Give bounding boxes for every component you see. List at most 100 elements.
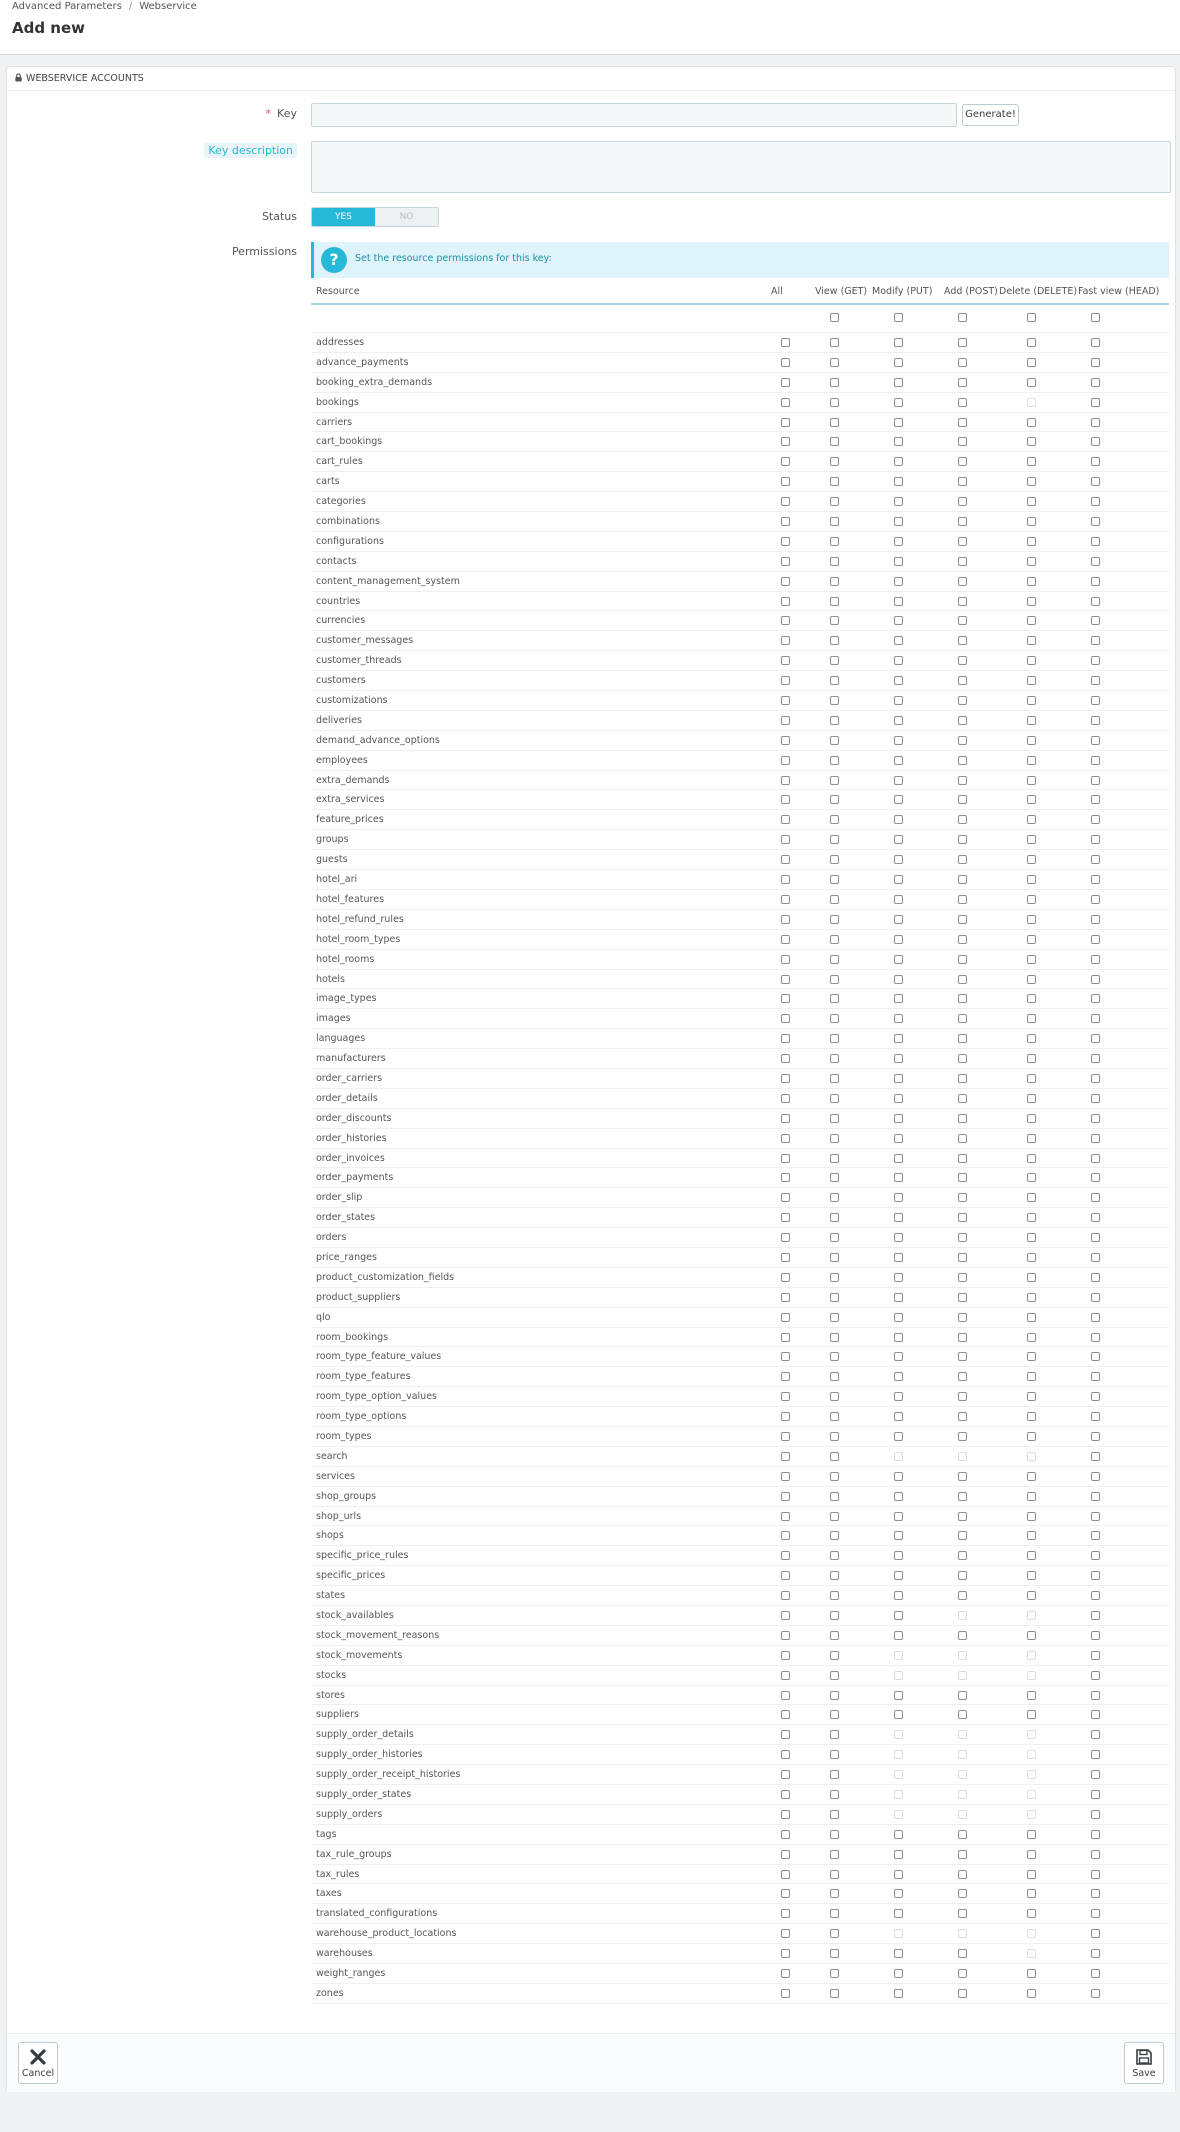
permission-put-checkbox[interactable] [894, 815, 903, 825]
permission-post-checkbox[interactable] [958, 1571, 967, 1581]
permission-post-checkbox[interactable] [958, 517, 967, 527]
permission-get-checkbox[interactable] [830, 1213, 839, 1223]
permission-put-checkbox[interactable] [894, 1292, 903, 1302]
select-all-delete-checkbox[interactable] [1027, 313, 1036, 322]
save-button[interactable]: Save [1124, 2042, 1164, 2084]
permission-all-checkbox[interactable] [781, 1133, 790, 1143]
permission-head-checkbox[interactable] [1091, 1213, 1100, 1223]
permission-delete-checkbox[interactable] [1027, 1829, 1036, 1839]
permission-put-checkbox[interactable] [894, 1829, 903, 1839]
permission-all-checkbox[interactable] [781, 1591, 790, 1601]
permission-post-checkbox[interactable] [958, 1591, 967, 1601]
permission-get-checkbox[interactable] [830, 1073, 839, 1083]
permission-head-checkbox[interactable] [1091, 1988, 1100, 1998]
permission-put-checkbox[interactable] [894, 1332, 903, 1342]
permission-post-checkbox[interactable] [958, 914, 967, 924]
permission-delete-checkbox[interactable] [1027, 775, 1036, 785]
permission-post-checkbox[interactable] [958, 934, 967, 944]
permission-put-checkbox[interactable] [894, 855, 903, 865]
permission-delete-checkbox[interactable] [1027, 735, 1036, 745]
permission-post-checkbox[interactable] [958, 1829, 967, 1839]
permission-put-checkbox[interactable] [894, 1949, 903, 1959]
permission-delete-checkbox[interactable] [1027, 1889, 1036, 1899]
permission-put-checkbox[interactable] [894, 1272, 903, 1282]
permission-all-checkbox[interactable] [781, 1213, 790, 1223]
permission-all-checkbox[interactable] [781, 815, 790, 825]
permission-get-checkbox[interactable] [830, 457, 839, 467]
permission-delete-checkbox[interactable] [1027, 1431, 1036, 1441]
permission-post-checkbox[interactable] [958, 1034, 967, 1044]
permission-put-checkbox[interactable] [894, 457, 903, 467]
permission-get-checkbox[interactable] [830, 735, 839, 745]
permission-get-checkbox[interactable] [830, 1292, 839, 1302]
permission-head-checkbox[interactable] [1091, 1431, 1100, 1441]
permission-head-checkbox[interactable] [1091, 556, 1100, 566]
permission-get-checkbox[interactable] [830, 954, 839, 964]
permission-post-checkbox[interactable] [958, 1312, 967, 1322]
permission-put-checkbox[interactable] [894, 1173, 903, 1183]
permission-all-checkbox[interactable] [781, 855, 790, 865]
permission-delete-checkbox[interactable] [1027, 616, 1036, 626]
permission-put-checkbox[interactable] [894, 1630, 903, 1640]
permission-post-checkbox[interactable] [958, 377, 967, 387]
permission-post-checkbox[interactable] [958, 715, 967, 725]
permission-post-checkbox[interactable] [958, 576, 967, 586]
permission-head-checkbox[interactable] [1091, 815, 1100, 825]
permission-get-checkbox[interactable] [830, 1511, 839, 1521]
permission-delete-checkbox[interactable] [1027, 1988, 1036, 1998]
permission-post-checkbox[interactable] [958, 497, 967, 507]
permission-head-checkbox[interactable] [1091, 1093, 1100, 1103]
permission-get-checkbox[interactable] [830, 1233, 839, 1243]
permission-head-checkbox[interactable] [1091, 1292, 1100, 1302]
permission-post-checkbox[interactable] [958, 1988, 967, 1998]
permission-all-checkbox[interactable] [781, 417, 790, 427]
permission-delete-checkbox[interactable] [1027, 1233, 1036, 1243]
permission-get-checkbox[interactable] [830, 1670, 839, 1680]
permission-head-checkbox[interactable] [1091, 1491, 1100, 1501]
permission-delete-checkbox[interactable] [1027, 1710, 1036, 1720]
permission-head-checkbox[interactable] [1091, 1650, 1100, 1660]
permission-get-checkbox[interactable] [830, 1193, 839, 1203]
permission-post-checkbox[interactable] [958, 1193, 967, 1203]
permission-head-checkbox[interactable] [1091, 1173, 1100, 1183]
permission-put-checkbox[interactable] [894, 1372, 903, 1382]
permission-put-checkbox[interactable] [894, 1471, 903, 1481]
permission-delete-checkbox[interactable] [1027, 497, 1036, 507]
permission-put-checkbox[interactable] [894, 835, 903, 845]
permission-delete-checkbox[interactable] [1027, 377, 1036, 387]
permission-all-checkbox[interactable] [781, 1829, 790, 1839]
permission-head-checkbox[interactable] [1091, 914, 1100, 924]
permission-get-checkbox[interactable] [830, 1272, 839, 1282]
permission-get-checkbox[interactable] [830, 1034, 839, 1044]
permission-all-checkbox[interactable] [781, 1054, 790, 1064]
permission-head-checkbox[interactable] [1091, 1511, 1100, 1521]
permission-post-checkbox[interactable] [958, 536, 967, 546]
permission-post-checkbox[interactable] [958, 1054, 967, 1064]
permission-put-checkbox[interactable] [894, 1889, 903, 1899]
permission-post-checkbox[interactable] [958, 954, 967, 964]
permission-all-checkbox[interactable] [781, 1272, 790, 1282]
permission-delete-checkbox[interactable] [1027, 357, 1036, 367]
permission-head-checkbox[interactable] [1091, 477, 1100, 487]
permission-get-checkbox[interactable] [830, 1790, 839, 1800]
permission-get-checkbox[interactable] [830, 1054, 839, 1064]
permission-all-checkbox[interactable] [781, 1889, 790, 1899]
permission-get-checkbox[interactable] [830, 1650, 839, 1660]
permission-put-checkbox[interactable] [894, 1233, 903, 1243]
permission-all-checkbox[interactable] [781, 1491, 790, 1501]
permission-delete-checkbox[interactable] [1027, 1630, 1036, 1640]
permission-delete-checkbox[interactable] [1027, 417, 1036, 427]
permission-all-checkbox[interactable] [781, 1630, 790, 1640]
permission-head-checkbox[interactable] [1091, 1034, 1100, 1044]
permission-get-checkbox[interactable] [830, 1630, 839, 1640]
permission-put-checkbox[interactable] [894, 1551, 903, 1561]
permission-delete-checkbox[interactable] [1027, 1014, 1036, 1024]
permission-head-checkbox[interactable] [1091, 894, 1100, 904]
permission-get-checkbox[interactable] [830, 1849, 839, 1859]
permission-get-checkbox[interactable] [830, 1491, 839, 1501]
permission-head-checkbox[interactable] [1091, 1829, 1100, 1839]
permission-put-checkbox[interactable] [894, 338, 903, 347]
permission-all-checkbox[interactable] [781, 875, 790, 885]
permission-all-checkbox[interactable] [781, 1392, 790, 1402]
permission-get-checkbox[interactable] [830, 815, 839, 825]
